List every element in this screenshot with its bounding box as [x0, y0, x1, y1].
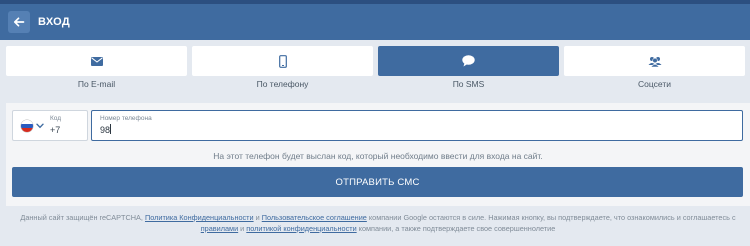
disclaimer-text-3: компании Google остаются в силе. Нажимая…: [366, 213, 736, 222]
page-title: ВХОД: [38, 16, 71, 28]
rules-link[interactable]: правилами: [201, 224, 238, 233]
country-code-value: +7: [50, 124, 61, 135]
login-method-tabs: По E-mail По телефону По SMS Соцсети: [6, 46, 750, 89]
privacy-policy-link[interactable]: Политика Конфиденциальности: [145, 213, 254, 222]
disclaimer-text-5: компании, а также подтверждаете свое сов…: [356, 223, 556, 233]
header-bar: ВХОД: [0, 4, 750, 40]
disclaimer-text-2: и: [253, 213, 262, 222]
tab-sms-label: По SMS: [452, 79, 485, 89]
tab-social-label: Соцсети: [638, 79, 671, 89]
country-code: Код +7: [50, 116, 61, 135]
terms-of-service-link[interactable]: Пользовательское соглашение: [262, 213, 367, 222]
tab-social[interactable]: Соцсети: [564, 46, 745, 89]
phone-icon: [278, 54, 287, 68]
tab-sms[interactable]: По SMS: [378, 46, 559, 89]
phone-number-label: Номер телефона: [100, 115, 152, 122]
tab-social-button[interactable]: [564, 46, 745, 76]
tab-sms-button[interactable]: [378, 46, 559, 76]
envelope-icon: [90, 56, 103, 66]
chevron-down-icon: [36, 123, 44, 128]
tab-phone-button[interactable]: [192, 46, 373, 76]
tab-email-label: По E-mail: [77, 79, 116, 89]
text-caret: [110, 124, 112, 134]
tab-phone-label: По телефону: [256, 79, 309, 89]
phone-number-input[interactable]: Номер телефона 98: [91, 110, 743, 141]
phone-number-value: 98: [100, 125, 111, 135]
sms-hint-text: На этот телефон будет выслан код, которы…: [213, 151, 543, 161]
recaptcha-disclaimer: Данный сайт защищён reCAPTCHA, Политика …: [6, 213, 750, 234]
disclaimer-text-1: Данный сайт защищён reCAPTCHA,: [20, 213, 145, 222]
arrow-left-icon: [13, 17, 25, 27]
sms-login-form: Код +7 Номер телефона 98 На этот телефон…: [6, 103, 750, 206]
users-icon: [648, 56, 661, 67]
tab-email-button[interactable]: [6, 46, 187, 76]
russia-flag-icon: [21, 119, 33, 132]
tab-email[interactable]: По E-mail: [6, 46, 187, 89]
back-button[interactable]: [8, 11, 30, 33]
send-sms-button[interactable]: ОТПРАВИТЬ СМС: [12, 167, 743, 197]
site-privacy-policy-link[interactable]: политикой конфиденциальности: [246, 224, 356, 233]
country-code-select[interactable]: Код +7: [12, 110, 88, 141]
country-code-label: Код: [50, 115, 62, 123]
tab-phone[interactable]: По телефону: [192, 46, 373, 89]
chat-bubble-icon: [462, 55, 475, 67]
